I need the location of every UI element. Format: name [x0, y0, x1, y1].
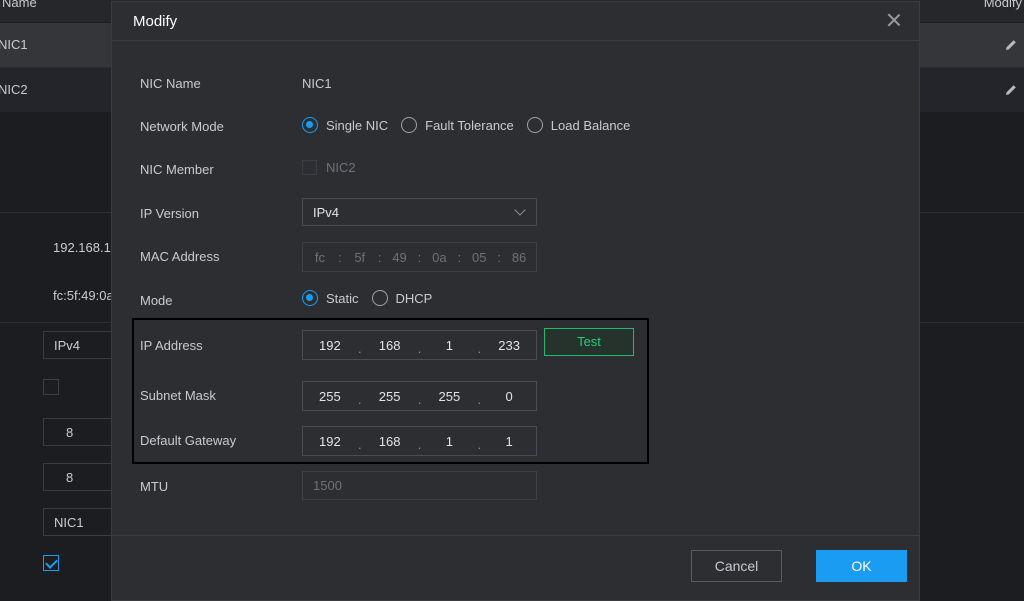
radio-fault-tolerance[interactable]: Fault Tolerance	[401, 117, 514, 133]
dialog-title: Modify	[133, 13, 178, 30]
ip-octet[interactable]: 233	[482, 338, 536, 353]
mac-field: fc: 5f: 49: 0a: 05: 86	[302, 242, 537, 272]
ip-octet[interactable]: 1	[423, 338, 477, 353]
mask-octet[interactable]: 255	[303, 389, 357, 404]
radio-label: Single NIC	[326, 117, 389, 133]
detail-default-nic[interactable]: NIC1	[43, 508, 113, 536]
radio-label: Load Balance	[550, 117, 631, 133]
network-mode-radios: Single NIC Fault Tolerance Load Balance	[302, 117, 643, 133]
gateway-field[interactable]: 192. 168. 1. 1	[302, 426, 537, 456]
header-modify: Modify	[983, 0, 1022, 10]
nic-name-label: NIC Name	[140, 76, 201, 91]
detail-dns1[interactable]: 8	[43, 418, 113, 446]
detail-checkbox[interactable]	[43, 379, 59, 395]
mtu-label: MTU	[140, 479, 169, 494]
radio-dot-selected	[302, 117, 318, 133]
mode-label: Mode	[140, 293, 173, 308]
radio-label: DHCP	[395, 290, 433, 306]
mac-segment: 5f	[354, 249, 366, 265]
nic-name-value: NIC1	[302, 76, 332, 91]
test-button[interactable]: Test	[544, 328, 634, 356]
network-mode-label: Network Mode	[140, 119, 224, 134]
edit-icon[interactable]	[1004, 83, 1018, 97]
ip-version-label: IP Version	[140, 206, 200, 221]
ip-octet[interactable]: 192	[303, 338, 357, 353]
mac-segment: 86	[511, 249, 527, 265]
ip-octet[interactable]: 168	[363, 338, 417, 353]
gateway-octet[interactable]: 1	[423, 434, 477, 449]
radio-dot	[371, 290, 388, 306]
radio-dot-selected	[302, 290, 318, 306]
mode-radios: Static DHCP	[302, 290, 445, 306]
nic-member-option[interactable]: NIC2	[302, 160, 356, 175]
mask-octet[interactable]: 255	[363, 389, 417, 404]
cancel-button[interactable]: Cancel	[691, 550, 782, 582]
edit-icon[interactable]	[1004, 38, 1018, 52]
nic2-checkbox[interactable]	[302, 160, 317, 175]
mac-segment: 05	[471, 249, 487, 265]
row-name: NIC2	[0, 82, 28, 97]
radio-single-nic[interactable]: Single NIC	[302, 117, 388, 133]
mac-segment: 0a	[432, 249, 447, 265]
nic2-label: NIC2	[326, 160, 356, 175]
ip-version-select[interactable]: IPv4	[302, 198, 537, 226]
detail-dns2[interactable]: 8	[43, 463, 113, 491]
gateway-octet[interactable]: 192	[303, 434, 357, 449]
ip-address-label: IP Address	[140, 338, 203, 353]
gateway-octet[interactable]: 1	[482, 434, 536, 449]
modify-dialog: Modify NIC Name NIC1 Network Mode Single…	[111, 1, 920, 601]
row-name: NIC1	[0, 37, 28, 52]
radio-dot	[401, 117, 418, 133]
radio-dhcp[interactable]: DHCP	[371, 290, 433, 306]
ip-version-value: IPv4	[313, 205, 340, 220]
gateway-label: Default Gateway	[140, 433, 237, 448]
mask-octet[interactable]: 0	[482, 389, 536, 404]
header-name: Name	[2, 0, 37, 10]
subnet-mask-label: Subnet Mask	[140, 388, 216, 403]
mac-label: MAC Address	[140, 249, 220, 264]
ok-button[interactable]: OK	[816, 550, 907, 582]
detail-checkbox-checked[interactable]	[43, 555, 59, 571]
dialog-header: Modify	[112, 2, 919, 41]
gateway-octet[interactable]: 168	[363, 434, 417, 449]
radio-static[interactable]: Static	[302, 290, 359, 306]
radio-label: Fault Tolerance	[425, 117, 514, 133]
dialog-footer: Cancel OK	[112, 535, 919, 596]
detail-ip: 192.168.1	[53, 240, 111, 255]
detail-mac: fc:5f:49:0a	[53, 288, 114, 303]
nic-member-label: NIC Member	[140, 162, 214, 177]
mtu-input[interactable]: 1500	[302, 471, 537, 500]
close-icon[interactable]	[885, 11, 903, 29]
radio-load-balance[interactable]: Load Balance	[526, 117, 631, 133]
subnet-mask-field[interactable]: 255. 255. 255. 0	[302, 381, 537, 411]
mask-octet[interactable]: 255	[423, 389, 477, 404]
radio-dot	[526, 117, 543, 133]
detail-version-select[interactable]: IPv4	[43, 331, 113, 359]
chevron-down-icon	[514, 204, 526, 216]
radio-label: Static	[326, 290, 359, 306]
mac-segment: fc	[314, 249, 325, 265]
mac-segment: 49	[392, 249, 407, 265]
ip-address-field[interactable]: 192. 168. 1. 233	[302, 330, 537, 360]
